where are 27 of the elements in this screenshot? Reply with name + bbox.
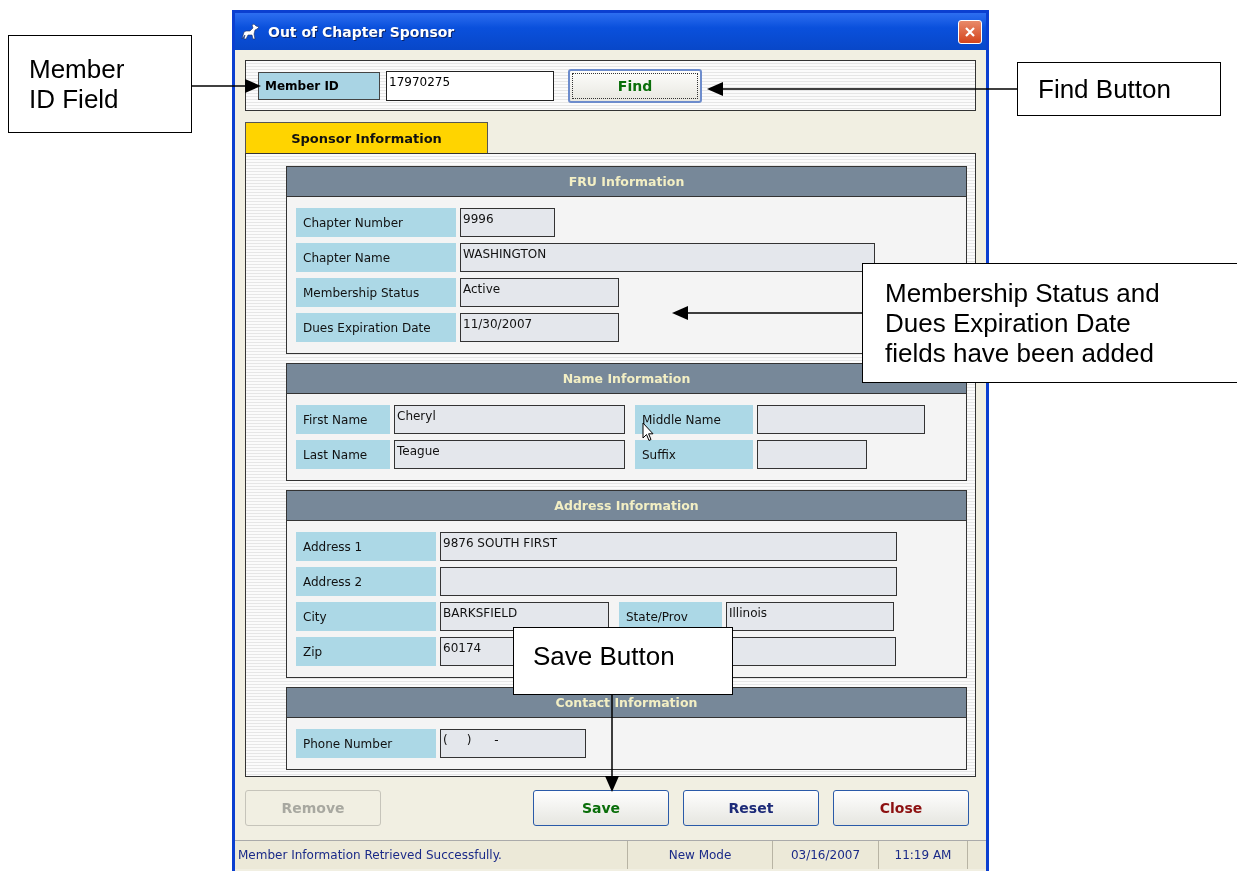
section-header: Contact Information — [287, 688, 966, 718]
status-text: New Mode — [628, 841, 773, 869]
field-label: Address 1 — [296, 532, 436, 561]
callout-tooltip: Member ID Field — [8, 35, 192, 133]
field-label: Membership Status — [296, 278, 456, 307]
callout-tooltip: Find Button — [1017, 62, 1221, 116]
section-header: Name Information — [287, 364, 966, 394]
field-label: Phone Number — [296, 729, 436, 758]
field-label: First Name — [296, 405, 390, 434]
section-header: Address Information — [287, 491, 966, 521]
field-label: Address 2 — [296, 567, 436, 596]
status-text: 11:19 AM — [879, 841, 968, 869]
field-label: Suffix — [635, 440, 753, 469]
field-label: Last Name — [296, 440, 390, 469]
section-header: FRU Information — [287, 167, 966, 197]
field-label: Chapter Name — [296, 243, 456, 272]
window-title: Out of Chapter Sponsor — [268, 23, 456, 40]
field-label: Chapter Number — [296, 208, 456, 237]
field-label: Zip — [296, 637, 436, 666]
status-text: Member Information Retrieved Successfully. — [235, 841, 628, 869]
field-label: Dues Expiration Date — [296, 313, 456, 342]
field-label: City — [296, 602, 436, 631]
member-id-label: Member ID — [258, 71, 380, 100]
callout-tooltip: Membership Status and Dues Expiration Date fields have been added — [862, 263, 1237, 383]
callout-tooltip: Save Button — [513, 627, 733, 695]
status-text: 03/16/2007 — [773, 841, 879, 869]
field-label: Middle Name — [635, 405, 753, 434]
